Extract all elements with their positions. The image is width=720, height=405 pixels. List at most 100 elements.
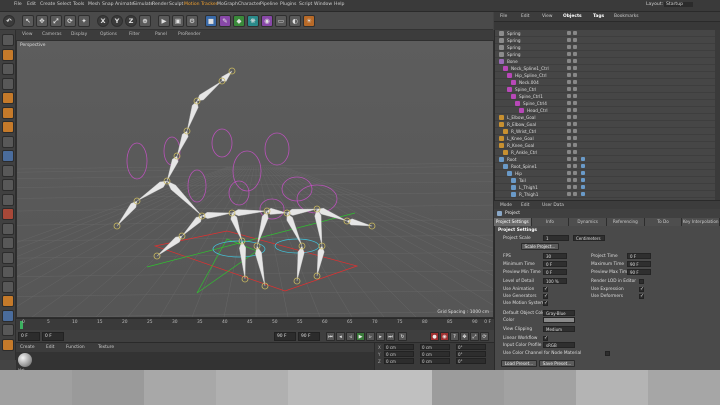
camera-icon[interactable]: ◐ — [289, 15, 301, 27]
visibility-dot[interactable] — [567, 164, 571, 168]
visibility-dot[interactable] — [567, 192, 571, 196]
attribute-menu-mode[interactable]: Mode — [500, 203, 512, 208]
render-settings-icon[interactable]: ⚙ — [186, 15, 198, 27]
visibility-dot[interactable] — [567, 129, 571, 133]
material-menu-texture[interactable]: Texture — [98, 345, 114, 350]
menu-tools[interactable]: Tools — [73, 2, 84, 7]
object-name[interactable]: Spring — [507, 31, 521, 36]
coordinate-system-icon[interactable]: ⊕ — [139, 15, 151, 27]
visibility-dot[interactable] — [567, 31, 571, 35]
move-icon[interactable]: ✥ — [36, 15, 48, 27]
solo-icon[interactable] — [2, 193, 14, 206]
visibility-dot[interactable] — [567, 59, 571, 63]
object-name[interactable]: L_Elbow_Goal — [507, 115, 536, 120]
joint-tool-icon[interactable] — [2, 280, 14, 293]
object-row[interactable]: Spring — [495, 51, 720, 58]
enable-check[interactable] — [573, 73, 577, 77]
prev-key-button[interactable]: ◂ — [336, 332, 345, 341]
material-menu-edit[interactable]: Edit — [46, 345, 55, 350]
object-row[interactable]: Hip_Spline_Ctrl — [495, 72, 720, 79]
scene-canvas[interactable] — [17, 41, 494, 318]
object-menu-file[interactable]: File — [500, 14, 507, 19]
enable-check[interactable] — [573, 129, 577, 133]
viewport-menu-display[interactable]: Display — [71, 32, 87, 37]
x-axis-icon[interactable]: X — [97, 15, 109, 27]
object-name[interactable]: Spring — [507, 52, 521, 57]
object-row[interactable]: R_Wrist_Ctrl — [495, 128, 720, 135]
input-color-profile-select[interactable]: sRGB — [543, 342, 575, 348]
render-picture-viewer-icon[interactable]: ▣ — [172, 15, 184, 27]
y-axis-icon[interactable]: Y — [111, 15, 123, 27]
keyframe-selection-button[interactable]: ? — [450, 332, 459, 341]
tweak-mode-icon[interactable] — [2, 150, 14, 162]
end-frame-field[interactable]: 90 F — [274, 332, 296, 341]
color-swatch[interactable] — [543, 317, 575, 323]
object-row[interactable]: Spine_Ctrl1 — [495, 93, 720, 100]
points-mode-icon[interactable] — [2, 92, 14, 104]
object-row[interactable]: Bone — [495, 58, 720, 65]
enable-check[interactable] — [573, 192, 577, 196]
use-generators-checkbox[interactable]: ✓ — [543, 293, 548, 299]
rotation-key-button[interactable]: ⟳ — [480, 332, 489, 341]
next-key-button[interactable]: ▸ — [376, 332, 385, 341]
menu-file[interactable]: File — [14, 2, 22, 7]
pen-icon[interactable]: ✎ — [219, 15, 231, 27]
fps-field[interactable]: 30 — [543, 253, 567, 259]
tab-project-settings[interactable]: Project Settings — [494, 218, 532, 226]
tab-referencing[interactable]: Referencing — [607, 218, 645, 226]
enable-check[interactable] — [573, 101, 577, 105]
current-frame-field[interactable]: 0 F — [42, 332, 64, 341]
tab-to-do[interactable]: To Do — [644, 218, 683, 226]
object-row[interactable]: L_Knee_Goal — [495, 135, 720, 142]
spline-icon[interactable] — [2, 309, 14, 322]
object-name[interactable]: R_Knee_Goal — [507, 143, 534, 148]
enable-check[interactable] — [573, 122, 577, 126]
object-row[interactable]: Spring — [495, 37, 720, 44]
enable-check[interactable] — [573, 178, 577, 182]
object-row[interactable]: R_Thigh1 — [495, 191, 720, 198]
object-manager[interactable]: Spring Spring Spring Spring Bone Neck_Spline1… — [494, 30, 720, 200]
visibility-dot[interactable] — [567, 143, 571, 147]
object-row[interactable]: Spine_Ctrl — [495, 86, 720, 93]
visibility-dot[interactable] — [567, 73, 571, 77]
object-menu-objects[interactable]: Objects — [563, 14, 582, 19]
visibility-dot[interactable] — [567, 38, 571, 42]
ik-tag-icon[interactable] — [581, 164, 585, 168]
array-icon[interactable]: ❋ — [247, 15, 259, 27]
object-row[interactable]: Root_Spine1 — [495, 163, 720, 170]
object-row[interactable]: R_Knee_Goal — [495, 142, 720, 149]
ik-tag-icon[interactable] — [581, 185, 585, 189]
object-manager-scrollbar[interactable] — [715, 30, 720, 200]
attribute-menu-edit[interactable]: Edit — [521, 203, 530, 208]
viewport-menu-prorender[interactable]: ProRender — [178, 32, 201, 37]
magnet-icon[interactable] — [2, 208, 14, 220]
visibility-dot[interactable] — [567, 171, 571, 175]
object-row[interactable]: Root — [495, 156, 720, 163]
object-menu-edit[interactable]: Edit — [521, 14, 530, 19]
visibility-dot[interactable] — [567, 108, 571, 112]
z-axis-icon[interactable]: Z — [125, 15, 137, 27]
enable-check[interactable] — [573, 171, 577, 175]
material-menu-create[interactable]: Create — [20, 345, 35, 350]
menu-edit[interactable]: Edit — [27, 2, 36, 7]
scale-key-button[interactable]: ⤢ — [470, 332, 479, 341]
object-name[interactable]: Neck_Spline1_Ctrl — [511, 66, 549, 71]
menu-help[interactable]: Help — [334, 2, 344, 7]
layout-select[interactable]: Startup — [664, 2, 694, 7]
use-motion-system-checkbox[interactable]: ✓ — [543, 300, 548, 306]
menu-sculpt[interactable]: Sculpt — [169, 2, 183, 7]
menu-plugins[interactable]: Plugins — [280, 2, 296, 7]
coord-field[interactable]: 0 cm — [420, 358, 450, 364]
minimum-time-field[interactable]: 0 F — [543, 261, 567, 267]
light-icon[interactable]: ☀ — [303, 15, 315, 27]
sculpt-icon[interactable] — [2, 251, 14, 264]
enable-axis-icon[interactable] — [2, 135, 14, 148]
object-row[interactable]: L_Elbow_Goal — [495, 114, 720, 121]
object-row[interactable]: Spine_Ctrl4 — [495, 100, 720, 107]
workplane-icon[interactable] — [2, 77, 14, 90]
enable-check[interactable] — [573, 115, 577, 119]
object-row[interactable]: L_Thigh1 — [495, 184, 720, 191]
menu-pipeline[interactable]: Pipeline — [260, 2, 278, 7]
snap-icon[interactable] — [2, 164, 14, 177]
object-row[interactable]: R_Ankle_Ctrl — [495, 149, 720, 156]
